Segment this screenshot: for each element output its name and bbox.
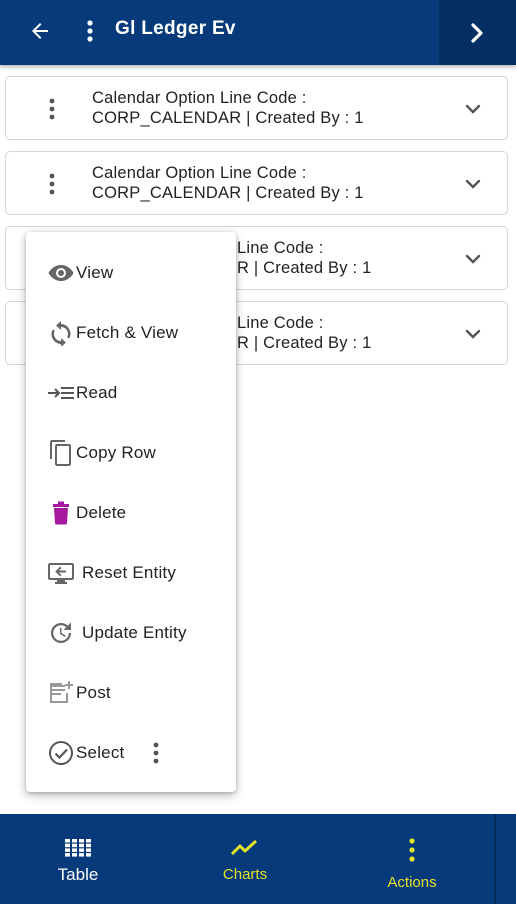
menu-item-copy-row[interactable]: Copy Row: [26, 428, 236, 478]
record-line-1: Line Code :: [237, 239, 324, 257]
menu-item-label: Update Entity: [82, 623, 187, 642]
trash-icon: [46, 498, 76, 528]
record-text: Calendar Option Line Code : CORP_CALENDA…: [92, 88, 364, 128]
tab-charts[interactable]: Charts: [205, 814, 285, 904]
record-menu-button[interactable]: [42, 97, 62, 121]
record-card[interactable]: Calendar Option Line Code : CORP_CALENDA…: [5, 151, 508, 215]
tab-table-label: Table: [57, 865, 99, 884]
menu-item-read[interactable]: Read: [26, 368, 236, 418]
record-text: Calendar Option Line Code : CORP_CALENDA…: [92, 163, 364, 203]
chevron-down-icon: [465, 329, 481, 339]
kebab-vertical-icon: [397, 834, 427, 866]
tab-actions-label: Actions: [387, 874, 437, 891]
chevron-down-icon: [465, 254, 481, 264]
record-card[interactable]: Calendar Option Line Code : CORP_CALENDA…: [5, 76, 508, 140]
select-options-button[interactable]: [146, 738, 166, 768]
nav-divider: [494, 814, 496, 904]
post-note-icon: [46, 678, 76, 708]
check-circle-icon: [46, 738, 76, 768]
menu-item-select[interactable]: Select: [26, 728, 236, 778]
refresh-icon: [46, 318, 76, 348]
expand-button[interactable]: [459, 247, 487, 271]
record-text: Line Code : R | Created By : 1: [237, 313, 371, 353]
tab-table[interactable]: Table: [38, 814, 118, 904]
grid-icon: [63, 836, 93, 860]
kebab-vertical-icon: [153, 742, 159, 764]
menu-item-label: Delete: [76, 503, 127, 522]
record-line-1: Calendar Option Line Code :: [92, 164, 307, 182]
record-line-1: Line Code :: [237, 314, 324, 332]
tab-charts-label: Charts: [222, 866, 268, 883]
menu-item-label: Post: [76, 683, 111, 702]
bottom-nav: Table Charts Actions: [0, 814, 516, 904]
reset-screen-icon: [46, 558, 76, 588]
menu-item-label: Read: [76, 383, 118, 402]
menu-item-label: Copy Row: [76, 443, 157, 462]
chevron-down-icon: [465, 104, 481, 114]
record-line-2: R | Created By : 1: [237, 334, 372, 352]
menu-item-fetch-view[interactable]: Fetch & View: [26, 308, 236, 358]
read-arrow-list-icon: [46, 378, 76, 408]
update-clock-icon: [46, 618, 76, 648]
kebab-vertical-icon: [49, 173, 55, 195]
record-menu-button[interactable]: [42, 172, 62, 196]
page-title: Gl Ledger Ev: [115, 18, 236, 39]
app-header: Gl Ledger Ev: [0, 0, 516, 65]
menu-item-label: Fetch & View: [76, 323, 179, 342]
next-button[interactable]: [439, 0, 516, 65]
eye-icon: [46, 258, 76, 288]
line-chart-icon: [230, 836, 260, 860]
header-menu-button[interactable]: [80, 15, 100, 47]
menu-item-label: Reset Entity: [82, 563, 177, 582]
expand-button[interactable]: [459, 172, 487, 196]
menu-item-reset-entity[interactable]: Reset Entity: [26, 548, 236, 598]
menu-item-label: View: [76, 263, 114, 282]
expand-button[interactable]: [459, 97, 487, 121]
tab-actions[interactable]: Actions: [372, 814, 452, 904]
record-line-2: R | Created By : 1: [237, 259, 372, 277]
copy-icon: [46, 438, 76, 468]
menu-item-label: Select: [76, 743, 125, 762]
back-button[interactable]: [22, 15, 58, 47]
menu-item-view[interactable]: View: [26, 248, 236, 298]
menu-item-delete[interactable]: Delete: [26, 488, 236, 538]
arrow-left-icon: [32, 23, 48, 39]
record-line-1: Calendar Option Line Code :: [92, 89, 307, 107]
record-line-2: CORP_CALENDAR | Created By : 1: [92, 184, 364, 202]
row-context-menu: View Fetch & View Read Copy Row Delete R…: [26, 232, 236, 792]
expand-button[interactable]: [459, 322, 487, 346]
chevron-right-icon: [470, 22, 483, 43]
chevron-down-icon: [465, 179, 481, 189]
menu-item-update-entity[interactable]: Update Entity: [26, 608, 236, 658]
kebab-vertical-icon: [87, 20, 93, 42]
record-line-2: CORP_CALENDAR | Created By : 1: [92, 109, 364, 127]
menu-item-post[interactable]: Post: [26, 668, 236, 718]
kebab-vertical-icon: [49, 98, 55, 120]
record-text: Line Code : R | Created By : 1: [237, 238, 371, 278]
